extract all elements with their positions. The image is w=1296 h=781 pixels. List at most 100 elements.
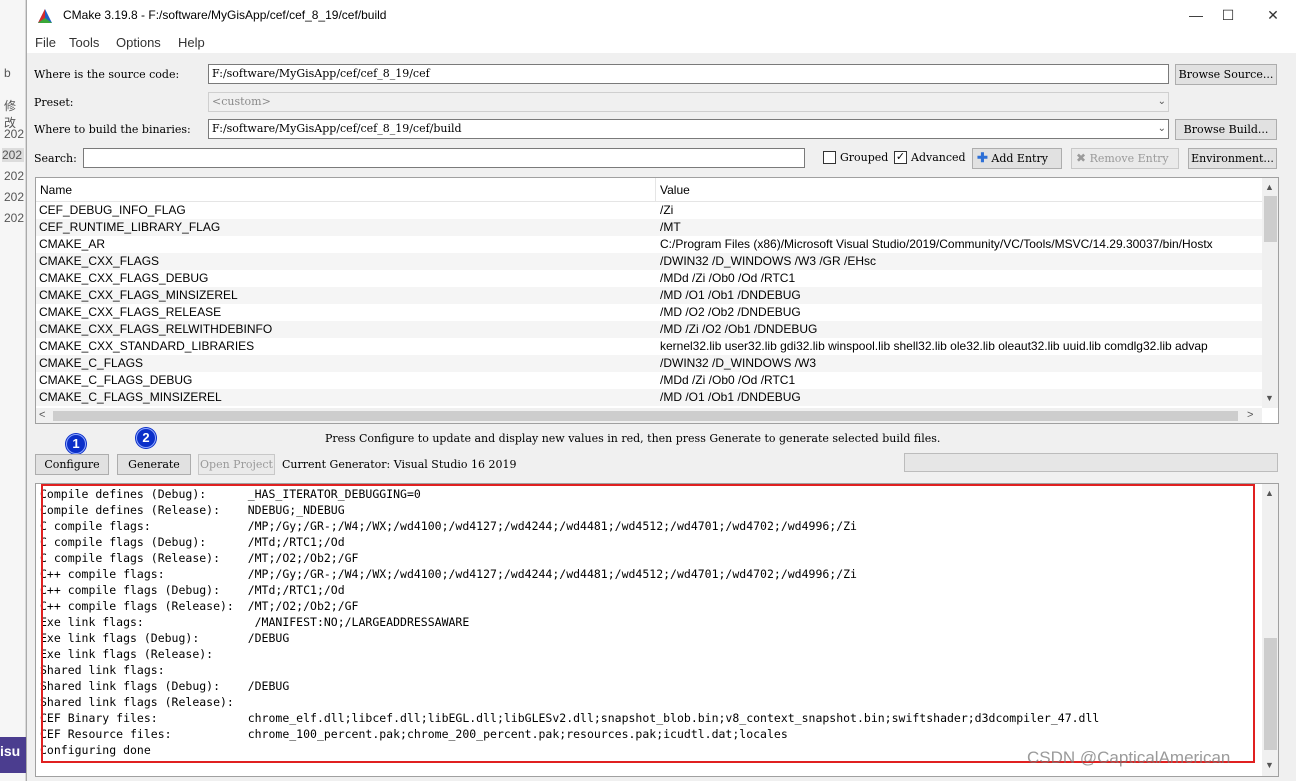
background-item: 202 [4, 169, 25, 183]
remove-entry-button: ✖ Remove Entry [1071, 148, 1179, 169]
title-bar[interactable]: CMake 3.19.8 - F:/software/MyGisApp/cef/… [27, 0, 1296, 31]
log-vertical-scrollbar[interactable]: ▲ ▼ [1262, 484, 1278, 776]
menu-file[interactable]: File [35, 35, 56, 50]
chevron-down-icon[interactable]: ⌄ [1158, 123, 1166, 134]
background-item: 202 [4, 127, 25, 141]
grouped-label: Grouped [840, 151, 889, 164]
scroll-up-icon[interactable]: ▲ [1265, 182, 1274, 192]
close-button[interactable]: ✕ [1250, 0, 1296, 31]
cell-name: CMAKE_CXX_FLAGS_MINSIZEREL [39, 288, 238, 302]
scroll-thumb[interactable] [53, 411, 1238, 421]
watermark: CSDN @CapticalAmerican [1027, 748, 1231, 767]
table-row[interactable]: CMAKE_CXX_FLAGS_MINSIZEREL/MD /O1 /Ob1 /… [36, 287, 1262, 304]
column-header-value[interactable]: Value [656, 178, 1262, 202]
table-vertical-scrollbar[interactable]: ▲ ▼ [1262, 178, 1278, 408]
table-row[interactable]: CMAKE_CXX_STANDARD_LIBRARIES kernel32.lib… [36, 338, 1262, 355]
background-item: 202 [4, 211, 25, 225]
cell-name: CEF_DEBUG_INFO_FLAG [39, 203, 186, 217]
table-row[interactable]: CMAKE_C_FLAGS_MINSIZEREL/MD /O1 /Ob1 /DN… [36, 389, 1262, 406]
environment-button[interactable]: Environment... [1188, 148, 1277, 169]
preset-select: <custom> ⌄ [208, 92, 1169, 112]
grouped-checkbox[interactable] [823, 151, 836, 164]
scroll-down-icon[interactable]: ▼ [1265, 393, 1274, 403]
scroll-right-icon[interactable]: > [1247, 409, 1253, 421]
cell-value[interactable]: /MDd /Zi /Ob0 /Od /RTC1 [660, 270, 795, 287]
source-label: Where is the source code: [34, 68, 180, 81]
cell-value[interactable]: /MT [660, 219, 681, 236]
cache-table[interactable]: Name Value CEF_DEBUG_INFO_FLAG/Zi CEF_RUN… [35, 177, 1279, 424]
configure-hint: Press Configure to update and display ne… [325, 432, 941, 445]
advanced-checkbox[interactable]: ✓ [894, 151, 907, 164]
plus-icon: ✚ [977, 151, 988, 166]
scroll-up-icon[interactable]: ▲ [1265, 488, 1274, 498]
cell-name: CMAKE_C_FLAGS_MINSIZEREL [39, 390, 222, 404]
maximize-button[interactable]: ☐ [1205, 0, 1251, 31]
cell-value[interactable]: /DWIN32 /D_WINDOWS /W3 /GR /EHsc [660, 253, 876, 270]
table-body: CEF_DEBUG_INFO_FLAG/Zi CEF_RUNTIME_LIBRAR… [36, 202, 1262, 408]
cell-value[interactable]: /MD /O1 /Ob1 /DNDEBUG [660, 287, 801, 304]
preset-value: <custom> [212, 95, 271, 108]
cell-value[interactable]: /Zi [660, 202, 673, 219]
background-window: b 修改 202 202 202 202 202 isu [0, 0, 26, 781]
preset-label: Preset: [34, 96, 74, 109]
menu-help[interactable]: Help [178, 35, 205, 50]
step-badge-2: 2 [136, 428, 156, 448]
table-row[interactable]: CMAKE_C_FLAGS/DWIN32 /D_WINDOWS /W3 [36, 355, 1262, 372]
cell-name: CMAKE_C_FLAGS_DEBUG [39, 373, 193, 387]
current-generator: Current Generator: Visual Studio 16 2019 [282, 458, 517, 471]
advanced-label: Advanced [911, 151, 966, 164]
table-row[interactable]: CEF_RUNTIME_LIBRARY_FLAG/MT [36, 219, 1262, 236]
cell-name: CMAKE_CXX_FLAGS_DEBUG [39, 271, 209, 285]
cell-value[interactable]: /MDd /Zi /Ob0 /Od /RTC1 [660, 372, 795, 389]
table-header: Name Value [36, 178, 1262, 202]
cell-name: CMAKE_CXX_FLAGS_RELWITHDEBINFO [39, 322, 273, 336]
cell-value[interactable]: /MD /O1 /Ob1 /DNDEBUG [660, 389, 801, 406]
search-label: Search: [34, 152, 77, 165]
background-item: 202 [4, 190, 25, 204]
browse-build-button[interactable]: Browse Build... [1175, 119, 1277, 140]
window-title: CMake 3.19.8 - F:/software/MyGisApp/cef/… [63, 8, 387, 22]
table-row[interactable]: CMAKE_AR C:/Program Files (x86)/Microsoft… [36, 236, 1262, 253]
remove-entry-label: Remove Entry [1089, 152, 1169, 165]
background-taskbar-label: isu [0, 737, 26, 773]
scroll-thumb[interactable] [1264, 196, 1277, 242]
source-path-input[interactable]: F:/software/MyGisApp/cef/cef_8_19/cef [208, 64, 1169, 84]
cell-name: CMAKE_CXX_STANDARD_LIBRARIES [39, 339, 255, 353]
table-row[interactable]: CEF_DEBUG_INFO_FLAG/Zi [36, 202, 1262, 219]
build-path-combo[interactable]: F:/software/MyGisApp/cef/cef_8_19/cef/bu… [208, 119, 1169, 139]
output-log[interactable]: Compile defines (Debug): _HAS_ITERATOR_D… [35, 483, 1279, 777]
table-row[interactable]: CMAKE_C_FLAGS_DEBUG/MDd /Zi /Ob0 /Od /RT… [36, 372, 1262, 389]
table-row[interactable]: CMAKE_CXX_FLAGS_RELWITHDEBINFO/MD /Zi /O… [36, 321, 1262, 338]
search-input[interactable] [83, 148, 805, 168]
scroll-down-icon[interactable]: ▼ [1265, 760, 1274, 770]
table-horizontal-scrollbar[interactable]: < > [36, 408, 1262, 423]
background-item: b [4, 66, 11, 80]
build-label: Where to build the binaries: [34, 123, 191, 136]
menu-options[interactable]: Options [116, 35, 161, 50]
cell-value[interactable]: /DWIN32 /D_WINDOWS /W3 [660, 355, 816, 372]
cell-name: CMAKE_CXX_FLAGS_RELEASE [39, 305, 222, 319]
menu-bar [27, 31, 1296, 53]
background-item: 202 [2, 148, 24, 162]
scroll-left-icon[interactable]: < [39, 409, 45, 421]
browse-source-button[interactable]: Browse Source... [1175, 64, 1277, 85]
cell-value[interactable]: C:/Program Files (x86)/Microsoft Visual … [660, 236, 1213, 253]
table-row[interactable]: CMAKE_CXX_FLAGS/DWIN32 /D_WINDOWS /W3 /G… [36, 253, 1262, 270]
cell-value[interactable]: /MD /Zi /O2 /Ob1 /DNDEBUG [660, 321, 817, 338]
menu-tools[interactable]: Tools [69, 35, 99, 50]
cell-value[interactable]: /MD /O2 /Ob2 /DNDEBUG [660, 304, 801, 321]
column-header-name[interactable]: Name [36, 178, 656, 202]
cell-value[interactable]: kernel32.lib user32.lib gdi32.lib winspo… [660, 338, 1208, 355]
scroll-thumb[interactable] [1264, 638, 1277, 750]
cmake-window: CMake 3.19.8 - F:/software/MyGisApp/cef/… [26, 0, 1296, 781]
table-row[interactable]: CMAKE_CXX_FLAGS_DEBUG/MDd /Zi /Ob0 /Od /… [36, 270, 1262, 287]
background-item: 修改 [4, 99, 17, 130]
highlight-box [41, 484, 1255, 763]
add-entry-label: Add Entry [991, 152, 1048, 165]
table-row[interactable]: CMAKE_CXX_FLAGS_RELEASE/MD /O2 /Ob2 /DND… [36, 304, 1262, 321]
build-path-value: F:/software/MyGisApp/cef/cef_8_19/cef/bu… [212, 122, 462, 135]
configure-button[interactable]: Configure [35, 454, 109, 475]
progress-bar [904, 453, 1278, 472]
generate-button[interactable]: Generate [117, 454, 191, 475]
add-entry-button[interactable]: ✚ Add Entry [972, 148, 1062, 169]
